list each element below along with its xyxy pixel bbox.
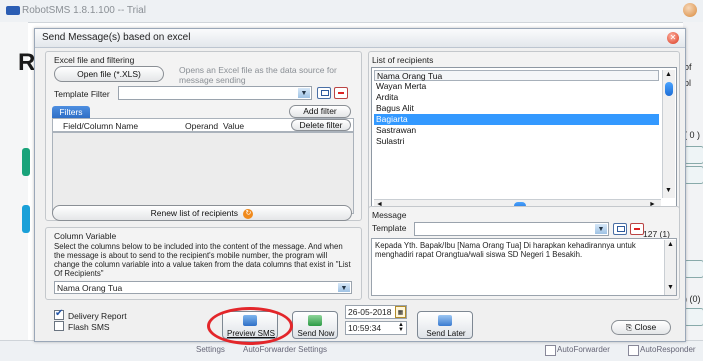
- column-variable-description: Select the columns below to be included …: [54, 242, 351, 278]
- group-label: List of recipients: [372, 55, 434, 65]
- background-logo-letter: R: [18, 49, 36, 76]
- delivery-report-checkbox[interactable]: [54, 308, 64, 320]
- send-now-label: Send Now: [297, 329, 335, 338]
- send-date-value: 26-05-2018: [348, 307, 392, 317]
- send-now-button[interactable]: Send Now: [292, 311, 338, 339]
- window-orb-icon[interactable]: [683, 3, 697, 17]
- message-group: Message Template ▼ 127 (1) Kepada Yth. B…: [368, 206, 680, 300]
- list-item[interactable]: Bagus Alit: [374, 103, 659, 114]
- scroll-up-icon[interactable]: ▲: [665, 71, 672, 78]
- highlight-ring: [207, 307, 293, 345]
- background-bottom-strip: Settings AutoForwarder Settings AutoForw…: [0, 340, 703, 361]
- main-window-title: RobotSMS 1.8.1.100 -- Trial: [22, 5, 146, 16]
- close-icon[interactable]: ✕: [667, 32, 679, 44]
- background-button[interactable]: [684, 166, 703, 184]
- add-filter-button[interactable]: Add filter: [289, 105, 351, 118]
- scroll-down-icon[interactable]: ▼: [665, 187, 672, 194]
- save-icon[interactable]: [613, 223, 627, 235]
- time-spinner-icon[interactable]: ▲ ▼: [398, 322, 404, 333]
- column-header: Value: [223, 121, 245, 131]
- autoforwarder-label: AutoForwarder: [557, 345, 610, 354]
- scroll-thumb[interactable]: [665, 82, 673, 96]
- group-label: Message: [372, 210, 407, 220]
- list-item-selected[interactable]: Bagiarta: [374, 114, 659, 125]
- template-filter-select[interactable]: ▼: [118, 86, 312, 100]
- excel-filter-group: Excel file and filtering Open file (*.XL…: [45, 51, 362, 221]
- schedule-icon: [438, 315, 452, 326]
- calendar-icon[interactable]: ▦: [395, 306, 406, 318]
- background-text: ) (0): [684, 294, 701, 304]
- send-icon: [308, 315, 322, 326]
- chevron-down-icon[interactable]: ▼: [298, 88, 310, 98]
- background-side-tab[interactable]: [22, 148, 30, 176]
- background-button[interactable]: [684, 146, 703, 164]
- autoresponder-checkbox[interactable]: [628, 345, 639, 356]
- delete-icon[interactable]: [334, 87, 348, 99]
- column-header: Field/Column Name: [63, 121, 139, 131]
- list-item[interactable]: Sastrawan: [374, 125, 659, 136]
- autoforwarder-checkbox[interactable]: [545, 345, 556, 356]
- send-time-picker[interactable]: 10:59:34 ▲ ▼: [345, 321, 407, 335]
- send-date-picker[interactable]: 26-05-2018 ▦: [345, 305, 407, 319]
- scroll-down-icon[interactable]: ▼: [667, 284, 674, 291]
- dialog-titlebar: Send Message(s) based on excel ✕: [35, 29, 685, 48]
- scroll-up-icon[interactable]: ▲: [667, 241, 674, 248]
- column-variable-group: Column Variable Select the columns below…: [45, 227, 362, 300]
- column-header: Operand: [185, 121, 219, 131]
- filters-grid-body[interactable]: [52, 132, 354, 214]
- main-window-titlebar: RobotSMS 1.8.1.100 -- Trial: [0, 0, 703, 23]
- chevron-down-icon[interactable]: ▼: [595, 224, 607, 234]
- tab-filters[interactable]: Filters: [52, 106, 90, 118]
- list-header[interactable]: Nama Orang Tua: [374, 70, 659, 81]
- background-text: ( 0 ): [684, 130, 701, 140]
- renew-label: Renew list of recipients: [150, 208, 239, 218]
- recipients-group: List of recipients Nama Orang Tua Wayan …: [368, 51, 680, 221]
- template-filter-label: Template Filter: [54, 89, 110, 99]
- vertical-scrollbar[interactable]: ▲ ▼: [664, 240, 676, 295]
- list-item[interactable]: Sulastri: [374, 136, 659, 147]
- flash-sms-checkbox[interactable]: [54, 321, 64, 331]
- background-side-tab[interactable]: [22, 205, 30, 233]
- column-variable-select[interactable]: Nama Orang Tua ▼: [54, 281, 352, 294]
- dialog-title: Send Message(s) based on excel: [42, 32, 191, 43]
- autoresponder-label: AutoResponder: [640, 345, 696, 354]
- chevron-down-icon[interactable]: ▼: [338, 283, 350, 292]
- message-textarea[interactable]: Kepada Yth. Bapak/Ibu [Nama Orang Tua] D…: [371, 238, 677, 296]
- list-item[interactable]: Wayan Merta: [374, 81, 659, 92]
- close-label: Close: [634, 322, 657, 332]
- list-item[interactable]: Ardita: [374, 92, 659, 103]
- renew-recipients-button[interactable]: Renew list of recipients ↻: [52, 205, 352, 221]
- message-text: Kepada Yth. Bapak/Ibu [Nama Orang Tua] D…: [375, 241, 636, 259]
- send-excel-dialog: Send Message(s) based on excel ✕ Excel f…: [34, 28, 686, 342]
- send-later-label: Send Later: [426, 329, 466, 338]
- close-button[interactable]: ⎘ Close: [611, 320, 671, 335]
- tab-autoforwarder-settings[interactable]: AutoForwarder Settings: [243, 345, 327, 354]
- filters-grid-header: Field/Column Name Operand Value Delete f…: [52, 118, 354, 132]
- recipients-listbox[interactable]: Nama Orang Tua Wayan Merta Ardita Bagus …: [371, 67, 677, 217]
- background-button[interactable]: [684, 308, 703, 326]
- delete-icon[interactable]: [630, 223, 644, 235]
- column-variable-value: Nama Orang Tua: [57, 283, 123, 293]
- group-label: Column Variable: [54, 231, 117, 241]
- app-icon: [6, 6, 20, 15]
- refresh-icon: ↻: [243, 208, 254, 219]
- template-label: Template: [372, 223, 407, 233]
- save-icon[interactable]: [317, 87, 331, 99]
- vertical-scrollbar[interactable]: ▲ ▼: [662, 70, 675, 198]
- delivery-report-label: Delivery Report: [68, 311, 127, 321]
- open-file-button[interactable]: Open file (*.XLS): [54, 66, 164, 82]
- group-label: Excel file and filtering: [54, 55, 135, 65]
- flash-sms-label: Flash SMS: [68, 322, 110, 332]
- exit-icon: ⎘: [625, 323, 633, 332]
- delete-filter-button[interactable]: Delete filter: [291, 119, 351, 131]
- background-button[interactable]: [684, 260, 703, 278]
- tab-settings[interactable]: Settings: [196, 345, 225, 354]
- send-later-button[interactable]: Send Later: [417, 311, 473, 339]
- message-template-select[interactable]: ▼: [414, 222, 609, 236]
- open-file-hint: Opens an Excel file as the data source f…: [179, 65, 337, 85]
- send-time-value: 10:59:34: [348, 323, 382, 333]
